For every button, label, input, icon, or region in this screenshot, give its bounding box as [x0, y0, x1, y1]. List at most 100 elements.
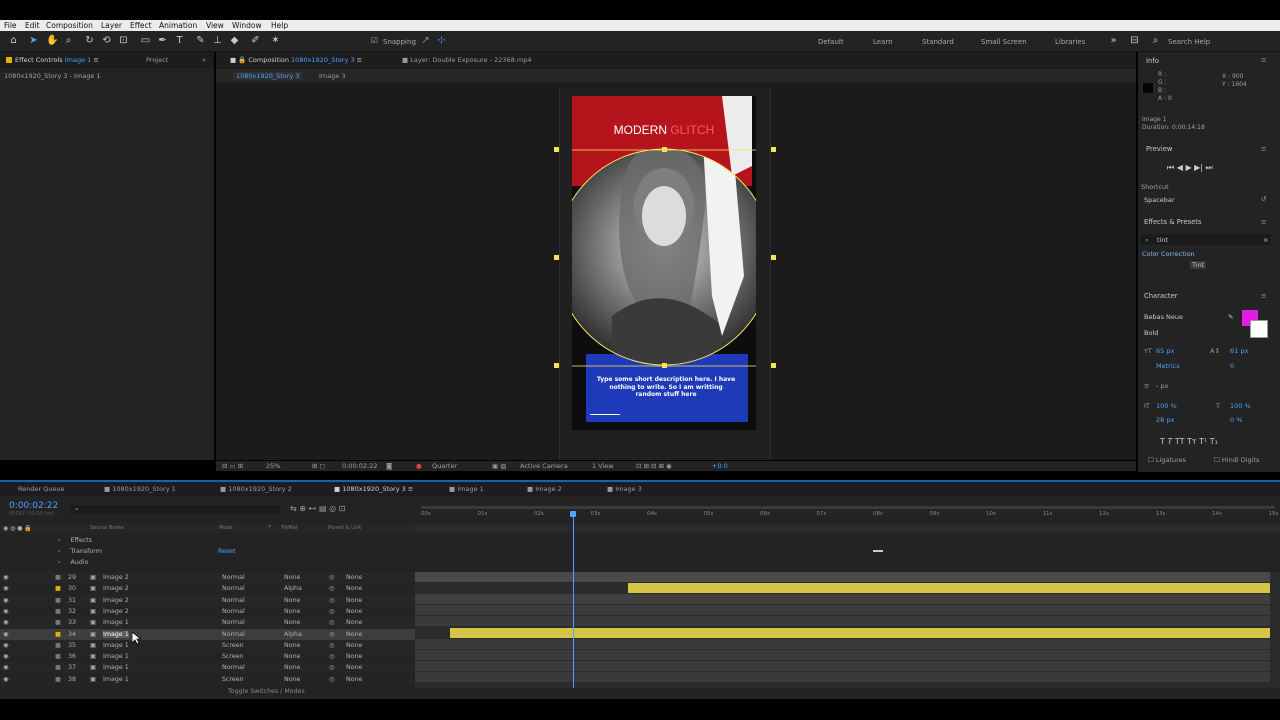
prop-transform[interactable]: › Transform	[58, 548, 102, 555]
layer-label-color[interactable]: ■	[55, 608, 61, 615]
tracking-value[interactable]: 0	[1230, 362, 1234, 370]
layer-label-color[interactable]: ■	[55, 653, 61, 660]
parent-pickwhip-icon[interactable]: ◎	[329, 631, 335, 638]
font-style-dropdown[interactable]: Bold	[1144, 329, 1158, 337]
tab-story-1[interactable]: ■ 1080x1920_Story 1	[104, 485, 176, 493]
info-panel-menu-icon[interactable]: ≡	[1261, 56, 1266, 64]
layer-row[interactable]: ◉ ■ 32 ▣ Image 2 Normal None ◎ None	[0, 605, 415, 617]
visibility-eye-icon[interactable]: ◉	[3, 574, 9, 581]
layer-mode-dropdown[interactable]: Screen	[222, 642, 244, 649]
hand-tool-icon[interactable]: ✋	[46, 35, 58, 46]
layer-parent-dropdown[interactable]: None	[346, 676, 362, 683]
tab-image-2[interactable]: ■ Image 2	[527, 485, 562, 493]
layer-trkmat-dropdown[interactable]: None	[284, 597, 300, 604]
parent-pickwhip-icon[interactable]: ◎	[329, 574, 335, 581]
edit-workspace-icon[interactable]: ⊟	[1129, 35, 1140, 46]
layer-mode-dropdown[interactable]: Normal	[222, 664, 245, 671]
layer-mode-dropdown[interactable]: Normal	[222, 585, 245, 592]
tab-story-2[interactable]: ■ 1080x1920_Story 2	[220, 485, 292, 493]
layer-trkmat-dropdown[interactable]: Alpha	[284, 631, 302, 638]
menu-window[interactable]: Window	[232, 21, 262, 30]
workspace-libraries[interactable]: Libraries	[1055, 38, 1085, 46]
timeline-search-input[interactable]: ⌕	[70, 505, 280, 514]
tab-effect-controls[interactable]: Effect Controls Image 1 ≡	[6, 56, 99, 64]
visibility-eye-icon[interactable]: ◉	[3, 619, 9, 626]
layer-parent-dropdown[interactable]: None	[346, 574, 362, 581]
layer-trkmat-dropdown[interactable]: Alpha	[284, 585, 302, 592]
parent-pickwhip-icon[interactable]: ◎	[329, 597, 335, 604]
subtab-comp[interactable]: 1080x1920_Story 3	[233, 72, 303, 80]
layer-label-color[interactable]: ■	[55, 642, 61, 649]
menu-effect[interactable]: Effect	[130, 21, 152, 30]
show-channel-icon[interactable]: ●	[416, 462, 422, 470]
layer-parent-dropdown[interactable]: None	[346, 631, 362, 638]
effects-category[interactable]: Color Correction	[1142, 250, 1195, 258]
menu-animation[interactable]: Animation	[159, 21, 197, 30]
snap-grid-icon[interactable]: ⊹	[436, 35, 447, 46]
layer-row[interactable]: ◉ ■ 30 ▣ Image 2 Normal Alpha ◎ None	[0, 583, 415, 595]
horizontal-scale-value[interactable]: 100 %	[1230, 402, 1251, 410]
tab-composition[interactable]: ■ 🔒 Composition 1080x1920_Story 3 ≡	[230, 56, 362, 64]
clear-search-icon[interactable]: ×	[1263, 236, 1268, 244]
time-ruler[interactable]: 00s 01s 02s 03s 04s 05s 06s 07s 08s 09s 10s 11s 12s 1…	[415, 506, 1280, 524]
exposure-value[interactable]: +0.0	[712, 462, 728, 470]
layer-row[interactable]: ◉ ■ 38 ▣ Image 1 Screen None ◎ None	[0, 673, 415, 685]
snapping-checkbox-icon[interactable]: ☑	[369, 35, 380, 46]
stroke-width-value[interactable]: - px	[1156, 382, 1168, 390]
visibility-eye-icon[interactable]: ◉	[3, 642, 9, 649]
layer-name[interactable]: Image 1	[103, 619, 129, 626]
leading-value[interactable]: 61 px	[1230, 347, 1248, 355]
layer-bar[interactable]	[415, 661, 1270, 671]
tab-image-3[interactable]: ■ Image 3	[607, 485, 642, 493]
layer-label-color[interactable]: ■	[55, 597, 61, 604]
layer-parent-dropdown[interactable]: None	[346, 664, 362, 671]
layer-mode-dropdown[interactable]: Screen	[222, 676, 244, 683]
tab-layer[interactable]: ■ Layer: Double Exposure - 22368.mp4	[402, 56, 532, 64]
camera-tool-icon[interactable]: ⟲	[101, 35, 112, 46]
menu-view[interactable]: View	[206, 21, 224, 30]
col-source-name[interactable]: Source Name	[90, 525, 124, 531]
workspace-learn[interactable]: Learn	[873, 38, 893, 46]
menu-edit[interactable]: Edit	[25, 21, 40, 30]
layer-name[interactable]: Image 2	[103, 585, 129, 592]
prop-audio[interactable]: › Audio	[58, 559, 88, 566]
stroke-color-swatch[interactable]	[1250, 320, 1268, 338]
layer-name[interactable]: Image 2	[103, 608, 129, 615]
tab-render-queue[interactable]: Render Queue	[18, 485, 65, 493]
kerning-value[interactable]: Metrics	[1156, 362, 1180, 370]
visibility-eye-icon[interactable]: ◉	[3, 631, 9, 638]
col-mode[interactable]: Mode	[219, 525, 233, 531]
puppet-tool-icon[interactable]: ✶	[270, 35, 281, 46]
rectangle-tool-icon[interactable]: ▭	[140, 35, 151, 46]
eyedropper-icon[interactable]: ✎	[1228, 313, 1233, 321]
text-style-buttons[interactable]: T T TT Tᴛ T¹ T₁	[1160, 437, 1218, 446]
layer-row[interactable]: ◉ ■ 29 ▣ Image 2 Normal None ◎ None	[0, 572, 415, 583]
layer-row[interactable]: ◉ ■ 35 ▣ Image 1 Screen None ◎ None	[0, 639, 415, 651]
layer-mode-dropdown[interactable]: Normal	[222, 619, 245, 626]
parent-pickwhip-icon[interactable]: ◎	[329, 642, 335, 649]
transform-handle[interactable]	[662, 147, 667, 152]
character-panel-menu-icon[interactable]: ≡	[1261, 292, 1266, 300]
subtab-layer[interactable]: Image 3	[319, 72, 346, 80]
layer-label-color[interactable]: ■	[55, 585, 61, 592]
zoom-dropdown[interactable]: 25%	[266, 462, 280, 470]
layer-trkmat-dropdown[interactable]: None	[284, 619, 300, 626]
pan-behind-tool-icon[interactable]: ⊡	[118, 35, 129, 46]
layer-trkmat-dropdown[interactable]: None	[284, 574, 300, 581]
tab-image-1[interactable]: ■ Image 1	[449, 485, 484, 493]
grid-toggle-icon[interactable]: ⊞ ◻	[312, 462, 325, 470]
rotate-tool-icon[interactable]: ↻	[84, 35, 95, 46]
toggle-switches-modes[interactable]: Toggle Switches / Modes	[228, 688, 305, 695]
workspace-default[interactable]: Default	[818, 38, 844, 46]
shortcut-dropdown[interactable]: Spacebar	[1144, 196, 1175, 204]
visibility-eye-icon[interactable]: ◉	[3, 653, 9, 660]
workspace-standard[interactable]: Standard	[922, 38, 954, 46]
parent-pickwhip-icon[interactable]: ◎	[329, 653, 335, 660]
selection-tool-icon[interactable]: ➤	[28, 35, 39, 46]
tab-story-3[interactable]: ■ 1080x1920_Story 3 ≡	[334, 485, 413, 493]
transform-handle[interactable]	[771, 147, 776, 152]
brush-tool-icon[interactable]: ✎	[195, 35, 206, 46]
preview-transport-controls[interactable]: ⏮ ◀ ▶ ▶| ⏭	[1167, 163, 1213, 173]
layer-row[interactable]: ◉ ■ 36 ▣ Image 1 Screen None ◎ None	[0, 651, 415, 663]
parent-pickwhip-icon[interactable]: ◎	[329, 608, 335, 615]
